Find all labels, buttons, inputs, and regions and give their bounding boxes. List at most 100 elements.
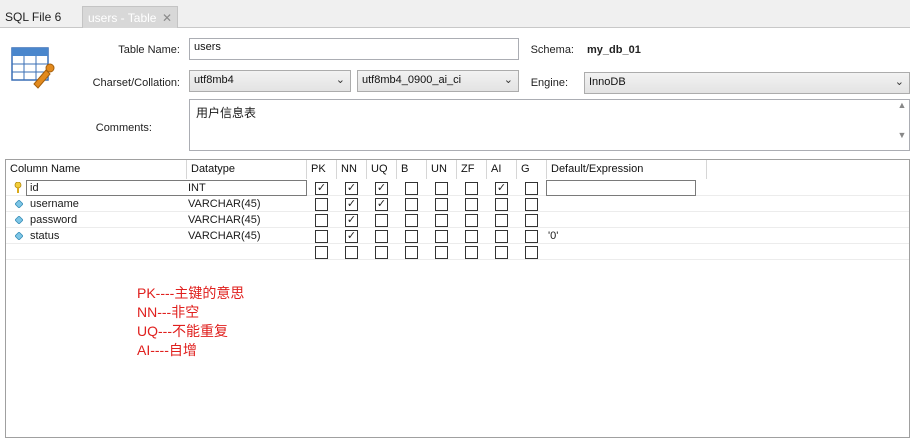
chevron-down-icon: ⌄ <box>335 74 345 86</box>
default-expression-cell[interactable]: '0' <box>548 228 558 244</box>
g-checkbox[interactable] <box>525 198 538 211</box>
datatype-cell[interactable]: INT <box>188 180 206 196</box>
ai-checkbox[interactable] <box>495 198 508 211</box>
header-un[interactable]: UN <box>427 160 457 179</box>
annotation-line: NN---非空 <box>137 304 200 320</box>
column-name-cell[interactable]: id <box>30 180 39 196</box>
header-pk[interactable]: PK <box>307 160 337 179</box>
engine-select[interactable]: InnoDB ⌄ <box>584 72 910 94</box>
tab-users-table[interactable]: users - Table ✕ <box>82 6 178 28</box>
ai-checkbox[interactable] <box>495 230 508 243</box>
table-editor-icon <box>11 47 55 89</box>
b-checkbox[interactable] <box>405 246 418 259</box>
table-row[interactable]: status VARCHAR(45) ✓ '0' <box>6 228 909 244</box>
comments-textarea[interactable]: 用户信息表 ▲ ▼ <box>189 99 910 151</box>
schema-label: Schema: <box>530 44 574 56</box>
ai-checkbox[interactable]: ✓ <box>495 182 508 195</box>
chevron-down-icon: ⌄ <box>503 74 513 86</box>
zf-checkbox[interactable] <box>465 246 478 259</box>
g-checkbox[interactable] <box>525 182 538 195</box>
column-name-cell[interactable]: status <box>30 228 59 244</box>
tab-users-table-label: users - Table <box>88 11 157 25</box>
comments-label: Comments: <box>95 122 152 134</box>
pk-checkbox[interactable] <box>315 214 328 227</box>
header-zf[interactable]: ZF <box>457 160 487 179</box>
zf-checkbox[interactable] <box>465 230 478 243</box>
un-checkbox[interactable] <box>435 246 448 259</box>
tab-bar: SQL File 6 users - Table ✕ <box>0 0 910 28</box>
table-row[interactable]: username VARCHAR(45) ✓ ✓ <box>6 196 909 212</box>
engine-value: InnoDB <box>589 76 626 88</box>
header-uq[interactable]: UQ <box>367 160 397 179</box>
pk-checkbox[interactable]: ✓ <box>315 182 328 195</box>
nn-checkbox[interactable] <box>345 246 358 259</box>
annotation-line: UQ---不能重复 <box>137 323 228 339</box>
column-diamond-icon <box>15 200 23 208</box>
annotation-notes: PK----主键的意思 NN---非空 UQ---不能重复 AI----自增 <box>137 284 244 360</box>
header-datatype[interactable]: Datatype <box>187 160 307 179</box>
table-row[interactable]: password VARCHAR(45) ✓ <box>6 212 909 228</box>
nn-checkbox[interactable]: ✓ <box>345 198 358 211</box>
b-checkbox[interactable] <box>405 182 418 195</box>
table-row-new[interactable] <box>6 244 909 260</box>
pk-checkbox[interactable] <box>315 230 328 243</box>
datatype-cell[interactable]: VARCHAR(45) <box>188 212 261 228</box>
column-diamond-icon <box>15 232 23 240</box>
g-checkbox[interactable] <box>525 246 538 259</box>
scrollbar[interactable]: ▲ ▼ <box>895 100 909 150</box>
datatype-cell[interactable]: VARCHAR(45) <box>188 196 261 212</box>
charset-select[interactable]: utf8mb4 ⌄ <box>189 70 351 92</box>
charset-collation-label: Charset/Collation: <box>92 77 180 89</box>
header-nn[interactable]: NN <box>337 160 367 179</box>
uq-checkbox[interactable] <box>375 246 388 259</box>
uq-checkbox[interactable]: ✓ <box>375 182 388 195</box>
chevron-down-icon: ⌄ <box>894 76 904 88</box>
nn-checkbox[interactable]: ✓ <box>345 214 358 227</box>
annotation-line: PK----主键的意思 <box>137 285 245 301</box>
header-g[interactable]: G <box>517 160 547 179</box>
collation-value: utf8mb4_0900_ai_ci <box>362 74 462 86</box>
schema-value: my_db_01 <box>587 44 641 56</box>
b-checkbox[interactable] <box>405 198 418 211</box>
column-diamond-icon <box>15 216 23 224</box>
header-column-name[interactable]: Column Name <box>6 160 187 179</box>
engine-label: Engine: <box>530 77 568 89</box>
table-row[interactable]: id INT ✓ ✓ ✓ ✓ <box>6 180 909 196</box>
zf-checkbox[interactable] <box>465 214 478 227</box>
g-checkbox[interactable] <box>525 214 538 227</box>
un-checkbox[interactable] <box>435 182 448 195</box>
header-default-expression[interactable]: Default/Expression <box>547 160 707 179</box>
b-checkbox[interactable] <box>405 230 418 243</box>
uq-checkbox[interactable] <box>375 230 388 243</box>
column-name-cell[interactable]: password <box>30 212 77 228</box>
column-name-cell[interactable]: username <box>30 196 79 212</box>
tab-sql-file[interactable]: SQL File 6 <box>0 6 72 28</box>
header-ai[interactable]: AI <box>487 160 517 179</box>
un-checkbox[interactable] <box>435 214 448 227</box>
nn-checkbox[interactable]: ✓ <box>345 230 358 243</box>
collation-select[interactable]: utf8mb4_0900_ai_ci ⌄ <box>357 70 519 92</box>
nn-checkbox[interactable]: ✓ <box>345 182 358 195</box>
comments-value: 用户信息表 <box>196 106 257 120</box>
un-checkbox[interactable] <box>435 198 448 211</box>
table-name-label: Table Name: <box>118 44 180 56</box>
un-checkbox[interactable] <box>435 230 448 243</box>
zf-checkbox[interactable] <box>465 182 478 195</box>
pk-checkbox[interactable] <box>315 198 328 211</box>
close-icon[interactable]: ✕ <box>162 7 172 29</box>
datatype-cell[interactable]: VARCHAR(45) <box>188 228 261 244</box>
header-b[interactable]: B <box>397 160 427 179</box>
annotation-line: AI----自增 <box>137 342 197 358</box>
key-icon <box>14 182 22 193</box>
ai-checkbox[interactable] <box>495 246 508 259</box>
b-checkbox[interactable] <box>405 214 418 227</box>
column-name-edit-box[interactable] <box>26 180 307 196</box>
default-expression-input[interactable] <box>546 180 696 196</box>
pk-checkbox[interactable] <box>315 246 328 259</box>
table-name-input[interactable]: users <box>189 38 519 60</box>
ai-checkbox[interactable] <box>495 214 508 227</box>
g-checkbox[interactable] <box>525 230 538 243</box>
uq-checkbox[interactable] <box>375 214 388 227</box>
uq-checkbox[interactable]: ✓ <box>375 198 388 211</box>
zf-checkbox[interactable] <box>465 198 478 211</box>
